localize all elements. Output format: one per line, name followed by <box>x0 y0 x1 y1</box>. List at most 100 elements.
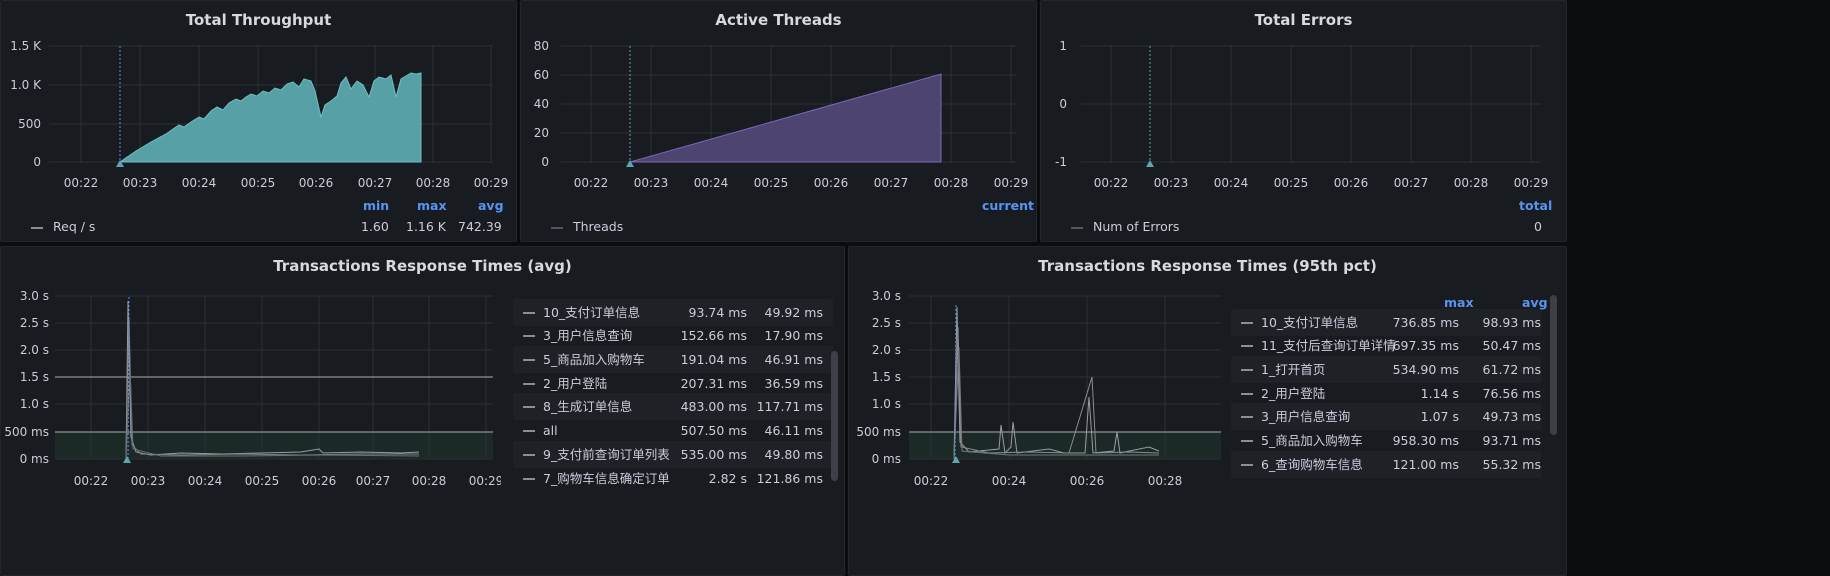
legend-avg-value: 742.39 <box>458 219 502 234</box>
series-dash-icon <box>551 226 563 229</box>
row-max: 1.07 s <box>1420 409 1459 424</box>
series-name: Req / s <box>53 219 96 234</box>
row-name: 1_打开首页 <box>1261 362 1326 377</box>
legend-table: 10_支付订单信息 736.85 ms 98.93 ms 11_支付后查询订单详… <box>1231 309 1541 559</box>
legend-col-avg[interactable]: avg <box>1522 295 1548 310</box>
row-avg: 46.11 ms <box>764 423 823 438</box>
legend-row[interactable]: 1_打开首页 534.90 ms 61.72 ms <box>1231 356 1541 383</box>
legend-col-min[interactable]: min <box>363 198 389 213</box>
x-tick: 00:27 <box>356 474 391 488</box>
x-tick: 00:22 <box>914 474 949 488</box>
series-dash-icon <box>1241 440 1253 442</box>
row-name: 11_支付后查询订单详情 <box>1261 338 1396 353</box>
x-tick: 00:26 <box>302 474 337 488</box>
legend-row[interactable]: 11_支付后查询订单详情 697.35 ms 50.47 ms <box>1231 332 1541 359</box>
y-tick: 80 <box>534 39 549 53</box>
y-tick: 0 <box>33 155 41 169</box>
legend-row[interactable]: all 507.50 ms 46.11 ms <box>513 417 833 444</box>
y-tick: 0 <box>541 155 549 169</box>
resp-avg-panel: Transactions Response Times (avg) 3.0 s … <box>0 246 845 576</box>
x-tick: 00:23 <box>1154 176 1189 190</box>
legend-col-current[interactable]: current <box>982 198 1034 213</box>
row-avg: 93.71 ms <box>1482 433 1541 448</box>
x-tick: 00:27 <box>874 176 909 190</box>
y-tick: 0 ms <box>872 452 901 466</box>
threads-area <box>629 73 942 163</box>
series-dash-icon <box>523 454 535 456</box>
legend-col-avg[interactable]: avg <box>478 198 504 213</box>
y-tick: 0 <box>1059 97 1067 111</box>
throughput-panel: Total Throughput 1.5 K 1.0 K 500 0 00:22… <box>0 0 517 242</box>
x-tick: 00:22 <box>1094 176 1129 190</box>
throughput-chart: 1.5 K 1.0 K 500 0 00:22 00:23 00:24 00:2… <box>10 39 509 190</box>
series-dash-icon <box>1241 322 1253 324</box>
legend-row[interactable]: 3_用户信息查询 1.07 s 49.73 ms <box>1231 403 1541 430</box>
x-tick: 00:29 <box>469 474 501 488</box>
legend-row[interactable]: 5_商品加入购物车 958.30 ms 93.71 ms <box>1231 427 1541 454</box>
y-tick: 1.0 s <box>20 397 49 411</box>
y-tick: 40 <box>534 97 549 111</box>
row-avg: 49.73 ms <box>1482 409 1541 424</box>
legend-series[interactable]: Num of Errors <box>1071 219 1179 234</box>
errors-panel: Total Errors 1 0 -1 00:22 00:23 00:24 00… <box>1040 0 1567 242</box>
row-avg: 61.72 ms <box>1482 362 1541 377</box>
resp-p95-chart: 3.0 s 2.5 s 2.0 s 1.5 s 1.0 s 500 ms 0 m… <box>856 289 1221 488</box>
legend-table: 10_支付订单信息 93.74 ms 49.92 ms 3_用户信息查询 152… <box>513 299 833 539</box>
y-tick: 2.5 s <box>20 316 49 330</box>
series-name: Threads <box>573 219 624 234</box>
threads-panel: Active Threads 80 60 40 20 0 00:22 00:23… <box>520 0 1037 242</box>
series-dash-icon <box>523 478 535 480</box>
y-tick: 1.5 s <box>20 370 49 384</box>
x-tick: 00:25 <box>1274 176 1309 190</box>
legend-row[interactable]: 6_查询购物车信息 121.00 ms 55.32 ms <box>1231 451 1541 478</box>
panel-title: Transactions Response Times (95th pct) <box>1038 257 1377 275</box>
legend-row[interactable]: 8_生成订单信息 483.00 ms 117.71 ms <box>513 393 833 420</box>
row-avg: 17.90 ms <box>764 328 823 343</box>
y-tick: 2.0 s <box>20 343 49 357</box>
legend-row[interactable]: 7_购物车信息确定订单 2.82 s 121.86 ms <box>513 465 833 492</box>
row-max: 121.00 ms <box>1392 457 1459 472</box>
legend-min-value: 1.60 <box>361 219 389 234</box>
y-tick: 3.0 s <box>20 289 49 303</box>
legend-series[interactable]: Req / s <box>31 219 95 234</box>
x-tick: 00:25 <box>754 176 789 190</box>
series-dash-icon <box>523 406 535 408</box>
x-tick: 00:28 <box>412 474 447 488</box>
x-tick: 00:29 <box>474 176 509 190</box>
legend-max-value: 1.16 K <box>406 219 447 234</box>
series-dash-icon <box>523 359 535 361</box>
series-dash-icon <box>1241 369 1253 371</box>
legend-row[interactable]: 9_支付前查询订单列表 535.00 ms 49.80 ms <box>513 441 833 468</box>
row-avg: 117.71 ms <box>756 399 823 414</box>
legend-col-max[interactable]: max <box>1444 295 1474 310</box>
legend-row[interactable]: 3_用户信息查询 152.66 ms 17.90 ms <box>513 322 833 349</box>
x-tick: 00:29 <box>994 176 1029 190</box>
row-max: 483.00 ms <box>680 399 747 414</box>
x-tick: 00:27 <box>1394 176 1429 190</box>
x-tick: 00:28 <box>934 176 969 190</box>
legend-series[interactable]: Threads <box>551 219 623 234</box>
row-avg: 50.47 ms <box>1482 338 1541 353</box>
legend-scrollbar[interactable] <box>831 351 838 481</box>
legend-row[interactable]: 5_商品加入购物车 191.04 ms 46.91 ms <box>513 346 833 373</box>
resp-p95-panel: Transactions Response Times (95th pct) 3… <box>848 246 1567 576</box>
row-max: 2.82 s <box>708 471 747 486</box>
x-tick: 00:26 <box>1334 176 1369 190</box>
x-tick: 00:28 <box>1148 474 1183 488</box>
x-tick: 00:23 <box>634 176 669 190</box>
annotation-marker <box>1146 160 1154 167</box>
legend-col-total[interactable]: total <box>1519 198 1552 213</box>
y-tick: 1 <box>1059 39 1067 53</box>
x-tick: 00:28 <box>416 176 451 190</box>
legend-scrollbar[interactable] <box>1550 295 1557 435</box>
y-tick: 20 <box>534 126 549 140</box>
row-max: 535.00 ms <box>680 447 747 462</box>
legend-col-max[interactable]: max <box>417 198 447 213</box>
y-tick: -1 <box>1055 155 1067 169</box>
y-tick: 0 ms <box>20 452 49 466</box>
row-max: 534.90 ms <box>1392 362 1459 377</box>
row-name: 5_商品加入购物车 <box>543 352 645 367</box>
y-tick: 500 ms <box>4 425 49 439</box>
row-max: 191.04 ms <box>680 352 747 367</box>
y-tick: 1.5 K <box>10 39 42 53</box>
